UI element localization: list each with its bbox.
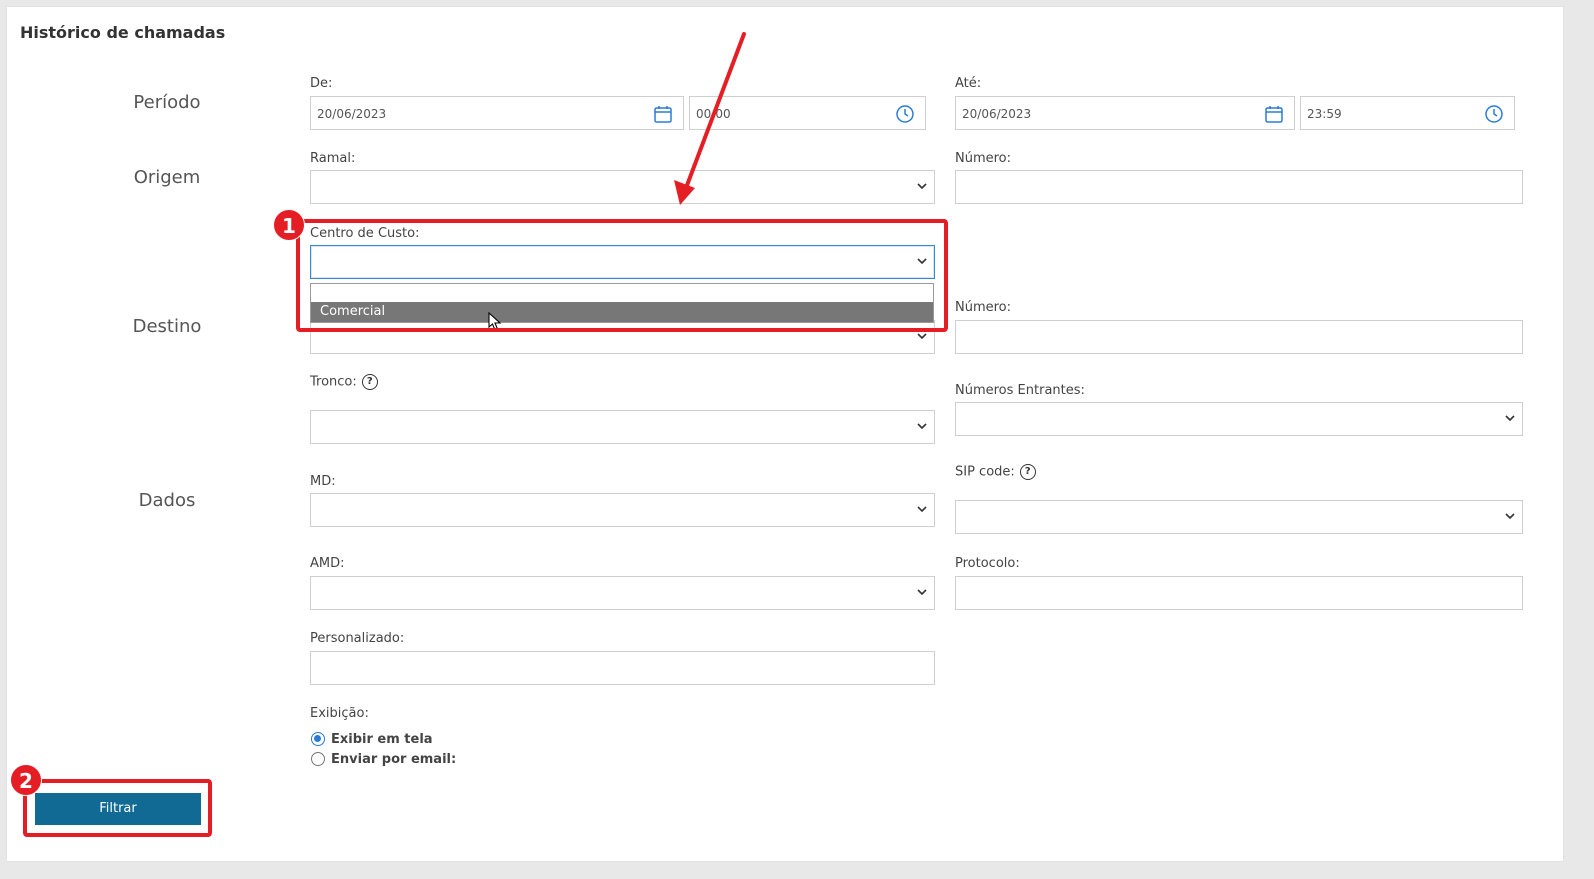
chevron-down-icon (1505, 513, 1515, 520)
annotation-arrow (674, 32, 746, 205)
sip-code-label: SIP code:? (955, 464, 1036, 480)
page-title: Histórico de chamadas (20, 23, 226, 42)
protocolo-label: Protocolo: (955, 556, 1020, 571)
annotation-highlight-1 (296, 219, 948, 332)
amd-select[interactable] (310, 576, 935, 610)
ramal-label: Ramal: (310, 151, 356, 166)
help-icon[interactable]: ? (361, 374, 378, 390)
ate-label: Até: (955, 76, 982, 91)
radio-enviar-por-email[interactable] (311, 752, 325, 766)
annotation-badge-2: 2 (10, 764, 42, 796)
de-date-value: 20/06/2023 (317, 107, 387, 121)
tronco-label: Tronco:? (310, 374, 378, 390)
radio-exibir-em-tela[interactable] (311, 732, 325, 746)
ate-date-input[interactable]: 20/06/2023 (955, 96, 1295, 130)
tronco-select[interactable] (310, 410, 935, 444)
ate-time-value: 23:59 (1307, 107, 1342, 121)
origem-numero-label: Número: (955, 151, 1012, 166)
personalizado-label: Personalizado: (310, 631, 405, 646)
chevron-down-icon (917, 423, 927, 430)
md-label: MD: (310, 474, 336, 489)
section-periodo: Período (133, 92, 201, 113)
destino-numero-input[interactable] (955, 320, 1523, 354)
destino-numero-label: Número: (955, 300, 1012, 315)
section-dados: Dados (138, 490, 196, 511)
help-icon[interactable]: ? (1019, 464, 1036, 480)
md-select[interactable] (310, 493, 935, 527)
ate-date-value: 20/06/2023 (962, 107, 1032, 121)
annotation-badge-1: 1 (273, 209, 305, 241)
chevron-down-icon (917, 506, 927, 513)
clock-icon[interactable] (1484, 104, 1504, 124)
ate-time-input[interactable]: 23:59 (1300, 96, 1515, 130)
sip-code-select[interactable] (955, 500, 1523, 534)
section-destino: Destino (132, 316, 202, 337)
radio-exibir-em-tela-label[interactable]: Exibir em tela (331, 732, 433, 747)
de-date-input[interactable]: 20/06/2023 (310, 96, 684, 130)
annotation-highlight-2 (23, 779, 212, 837)
origem-numero-input[interactable] (955, 170, 1523, 204)
de-label: De: (310, 76, 333, 91)
chevron-down-icon (1505, 415, 1515, 422)
personalizado-input[interactable] (310, 651, 935, 685)
clock-icon[interactable] (895, 104, 915, 124)
calendar-icon[interactable] (1264, 104, 1284, 124)
chevron-down-icon (917, 589, 927, 596)
section-origem: Origem (133, 167, 201, 188)
radio-enviar-por-email-label[interactable]: Enviar por email: (331, 752, 456, 767)
numeros-entrantes-label: Números Entrantes: (955, 383, 1085, 398)
ramal-select[interactable] (310, 170, 935, 204)
chevron-down-icon (917, 183, 927, 190)
numeros-entrantes-select[interactable] (955, 402, 1523, 436)
amd-label: AMD: (310, 556, 345, 571)
exibicao-label: Exibição: (310, 706, 369, 721)
protocolo-input[interactable] (955, 576, 1523, 610)
